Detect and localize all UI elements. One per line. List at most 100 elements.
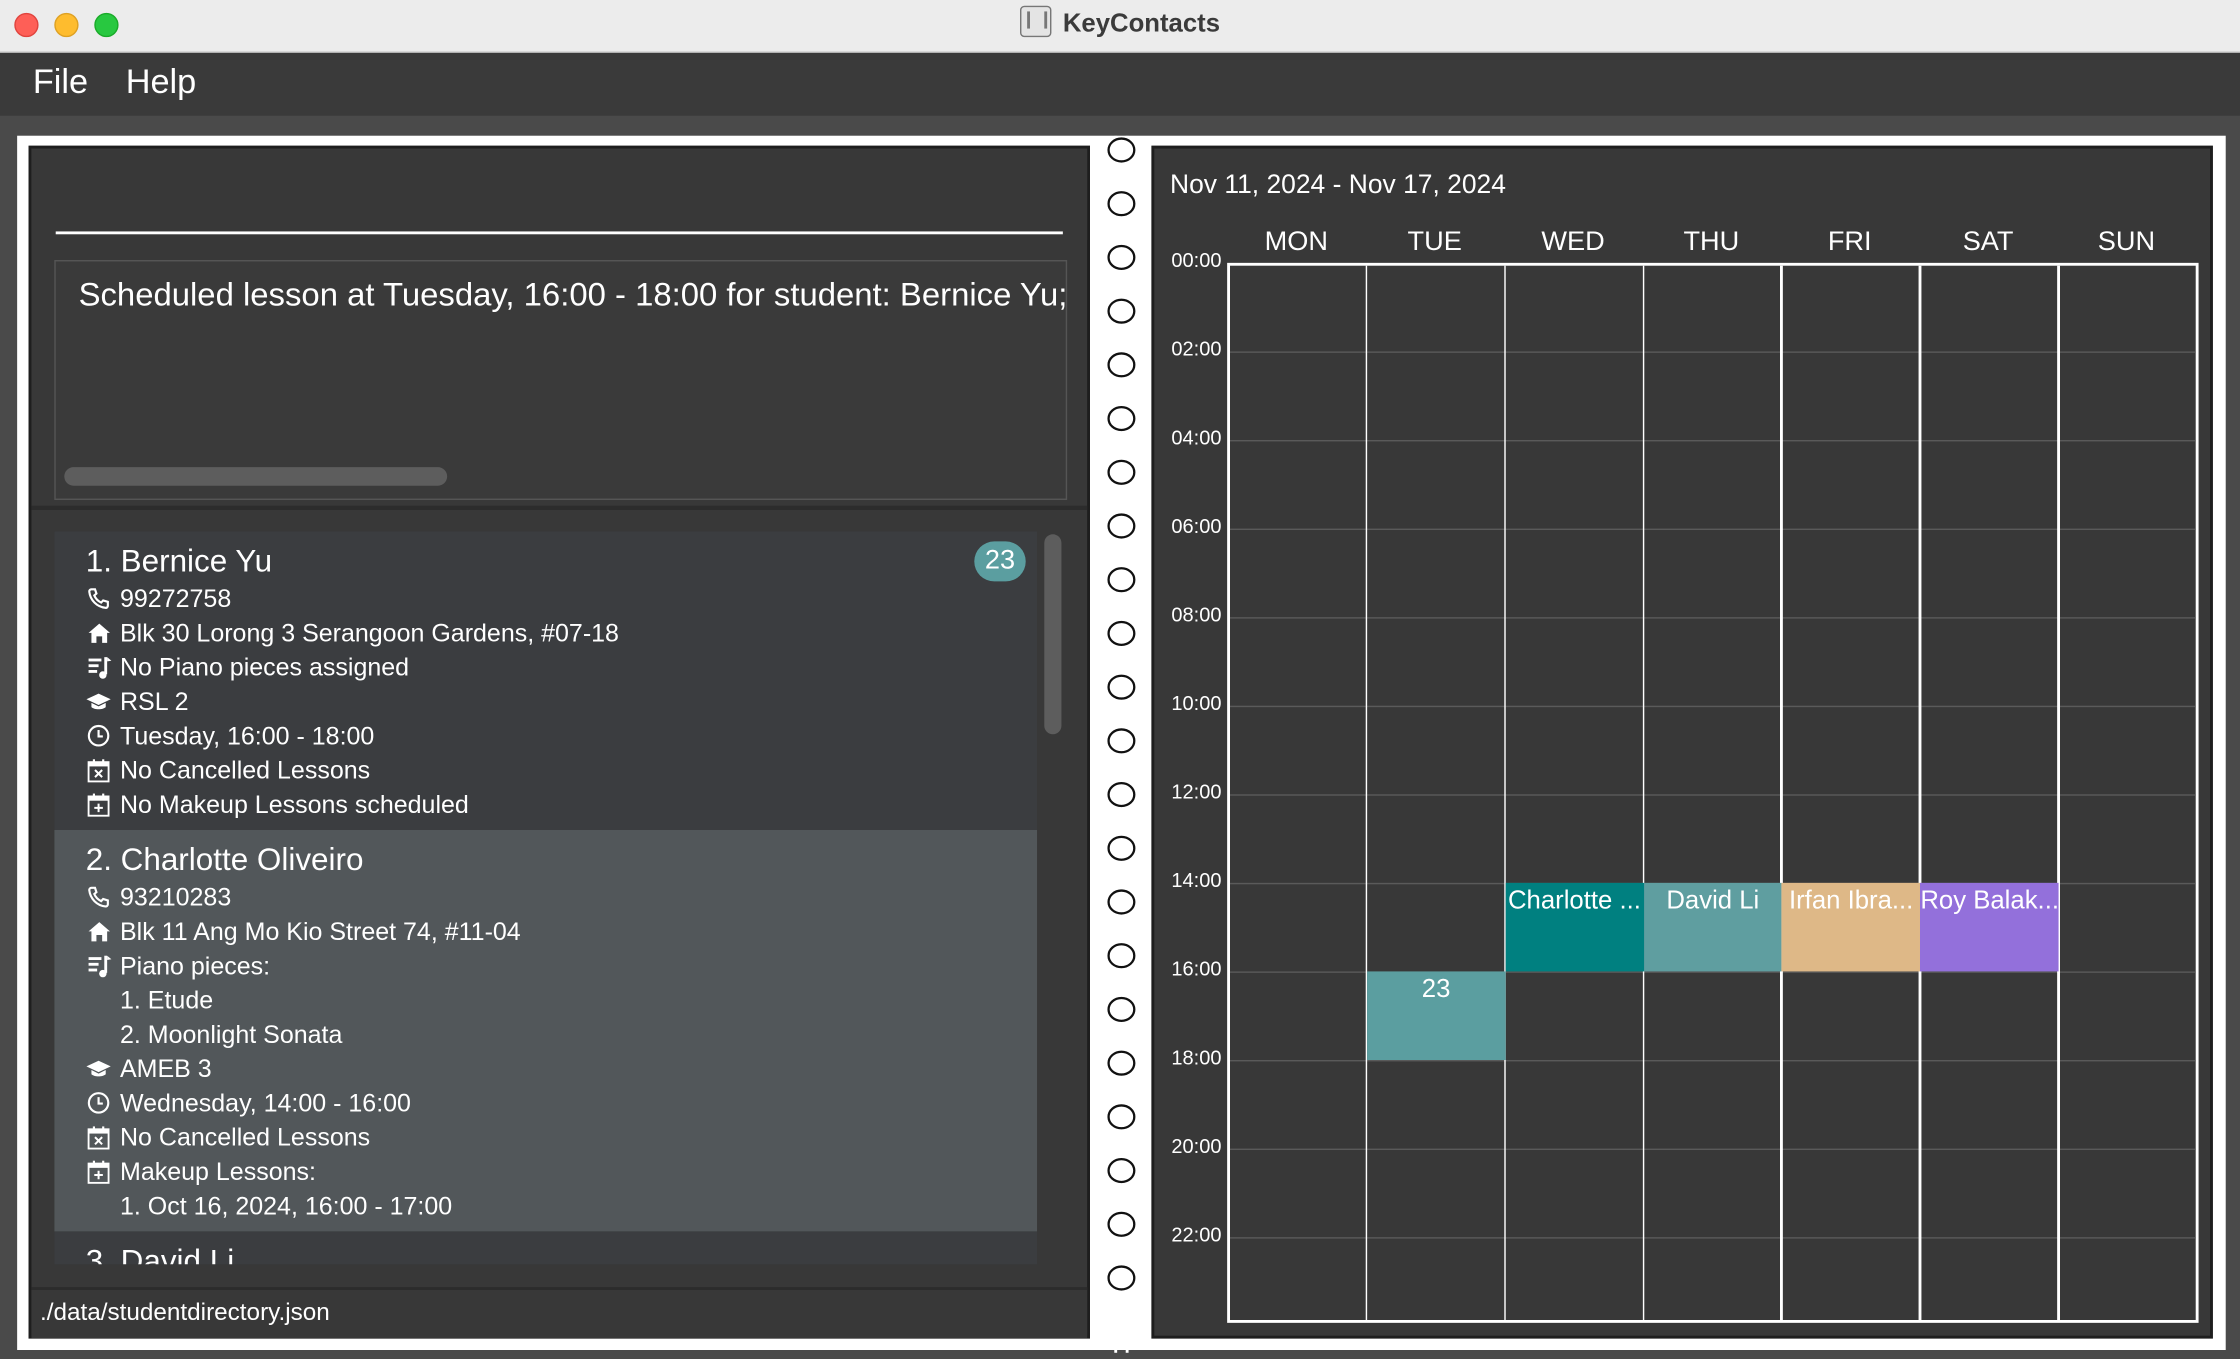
spiral-ring [1107,244,1136,270]
menu-file[interactable]: File [33,63,88,103]
spiral-ring [1107,298,1136,324]
time-label: 10:00 [1171,691,1222,715]
time-label: 06:00 [1171,514,1222,538]
lesson-event[interactable]: Charlotte ... [1505,882,1644,972]
student-name: 2. Charlotte Oliveiro [85,841,364,878]
status-bar: ./data/studentdirectory.json [31,1287,1088,1339]
time-label: 08:00 [1171,602,1222,626]
weekly-calendar: Nov 11, 2024 - Nov 17, 2024 23 Charlotte … [1151,145,2213,1339]
piano-piece-item: 2. Moonlight Sonata [119,1019,343,1049]
result-horizontal-scrollbar[interactable] [64,467,448,486]
student-grade: AMEB 3 [86,1051,1037,1085]
status-file-path: ./data/studentdirectory.json [39,1298,330,1326]
hour-gridline [1229,439,2196,442]
command-box[interactable] [31,148,1088,240]
student-cancelled-lessons: No Cancelled Lessons [86,753,1037,787]
student-address: Blk 30 Lorong 3 Serangoon Gardens, #07-1… [86,616,1037,650]
day-header-sat: SAT [1962,227,2014,258]
time-label: 12:00 [1171,779,1222,803]
day-header-sun: SUN [2097,227,2156,258]
day-gridline [1503,265,1506,1320]
day-gridline [2057,265,2060,1320]
music-note-icon [86,953,112,979]
calendar-add-icon [86,791,112,817]
lesson-event[interactable]: Roy Balak... [1920,882,2059,972]
student-lesson-time-text: Tuesday, 16:00 - 18:00 [119,721,375,750]
student-index-badge: 23 [974,541,1026,582]
time-label: 18:00 [1171,1045,1222,1069]
graduation-cap-icon [86,1056,112,1082]
spiral-ring [1107,191,1136,217]
day-header-tue: TUE [1407,227,1462,258]
spiral-ring [1107,943,1136,969]
lesson-event[interactable]: David Li [1643,882,1782,972]
student-makeup-lessons-text: Makeup Lessons: [119,1157,316,1186]
phone-icon [86,884,112,910]
student-cancelled-lessons: No Cancelled Lessons [86,1120,1037,1154]
student-phone: 93210283 [86,880,1037,914]
result-display: Scheduled lesson at Tuesday, 16:00 - 18:… [54,259,1068,500]
music-note-icon [86,654,112,680]
window-title: KeyContacts [0,0,2240,46]
piano-piece-item: 1. Etude [119,985,214,1015]
clock-icon [86,723,112,749]
day-header-mon: MON [1264,227,1328,258]
menu-help[interactable]: Help [126,63,197,103]
spiral-ring [1107,567,1136,593]
spiral-ring [1107,405,1136,432]
hour-gridline [1229,1148,2196,1150]
hour-gridline [1229,528,2196,530]
calendar-week-range: Nov 11, 2024 - Nov 17, 2024 [1169,168,1506,199]
student-piano-pieces-text: No Piano pieces assigned [119,652,410,682]
student-list[interactable]: 1. Bernice Yu 23 99272758 Blk 30 Lorong 3 S… [54,531,1038,1265]
day-gridline [1365,265,1368,1320]
spiral-ring [1107,728,1136,754]
calendar-cancel-icon [86,757,112,783]
phone-icon [86,586,112,612]
time-label: 04:00 [1171,425,1222,449]
student-name: 3. David Li [85,1242,235,1265]
spiral-ring [1107,1211,1136,1237]
student-cancelled-lessons-text: No Cancelled Lessons [119,1122,371,1152]
student-phone: 99272758 [86,581,1037,615]
student-card[interactable]: 3. David Li [54,1231,1038,1265]
divider [31,505,1088,510]
spiral-ring [1107,137,1136,163]
hour-gridline [1229,705,2196,708]
time-label: 00:00 [1171,248,1222,272]
student-grade: RSL 2 [86,684,1037,718]
student-list-scrollbar[interactable] [1044,534,1062,735]
left-panel: Scheduled lesson at Tuesday, 16:00 - 18:… [28,145,1090,1339]
spiral-ring [1107,674,1136,700]
hour-gridline [1229,1059,2196,1062]
time-label: 02:00 [1171,337,1222,360]
student-piano-pieces: No Piano pieces assigned [86,650,1037,684]
student-makeup-lessons: Makeup Lessons: [86,1154,1037,1188]
time-label: 22:00 [1171,1222,1222,1246]
student-address: Blk 11 Ang Mo Kio Street 74, #11-04 [86,914,1037,948]
student-piano-pieces: Piano pieces: [86,949,1037,983]
day-gridline [1918,265,1922,1320]
window-title-text: KeyContacts [1062,8,1221,38]
day-header-thu: THU [1683,227,1740,258]
spiral-ring [1107,620,1136,646]
title-bar: KeyContacts [0,0,2240,53]
student-card[interactable]: 2. Charlotte Oliveiro 93210283 Blk 11 Ang … [54,829,1038,1232]
calendar-grid: 23 Charlotte ... David Li Irfan Ibra... Roy … [1227,262,2199,1323]
day-header-wed: WED [1541,227,1605,258]
home-icon [86,620,112,646]
student-grade-text: AMEB 3 [119,1054,212,1083]
app-logo-icon [1019,5,1052,38]
student-card[interactable]: 1. Bernice Yu 23 99272758 Blk 30 Lorong 3 S… [54,531,1038,830]
day-gridline [1780,265,1783,1320]
hour-gridline [1229,794,2196,796]
lesson-event[interactable]: Irfan Ibra... [1781,882,1921,972]
clock-icon [86,1090,112,1116]
time-label: 16:00 [1171,957,1222,980]
student-address-text: Blk 11 Ang Mo Kio Street 74, #11-04 [119,917,521,946]
student-cancelled-lessons-text: No Cancelled Lessons [119,755,371,785]
lesson-event[interactable]: 23 [1366,971,1506,1060]
spiral-ring [1107,1157,1136,1184]
spiral-ring [1107,889,1136,915]
day-header-fri: FRI [1827,227,1872,258]
